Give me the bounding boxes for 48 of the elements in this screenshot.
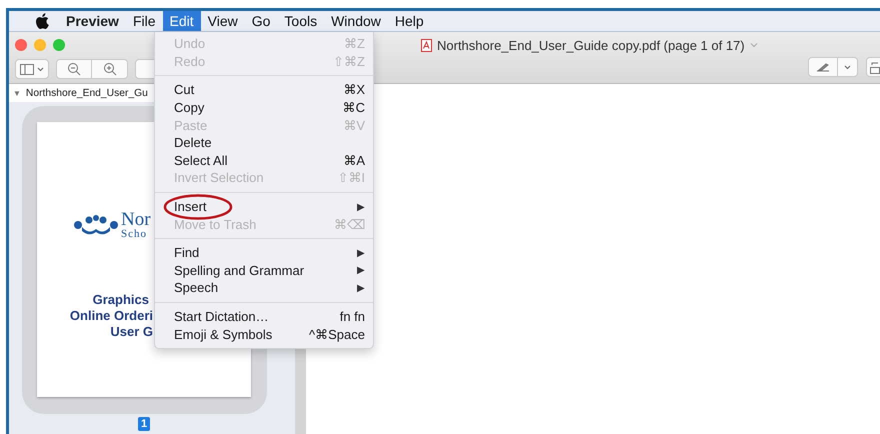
shortcut-text: ^⌘Space: [309, 326, 365, 342]
zoom-in-button[interactable]: [92, 59, 128, 79]
markup-button[interactable]: [808, 57, 838, 77]
thumbnail-title-line: Online Orderi: [70, 308, 153, 324]
app-menu[interactable]: Preview: [59, 13, 126, 29]
chevron-down-icon: [844, 64, 851, 70]
document-name: Northshore_End_User_Gu: [26, 88, 148, 98]
logo-text: Nor: [121, 210, 151, 229]
shortcut-text: ⌘V: [343, 118, 365, 133]
zoom-out-icon: [67, 62, 81, 76]
logo-icon: [74, 215, 118, 235]
zoom-in-icon: [102, 62, 116, 76]
shortcut-text: ⌘A: [343, 152, 365, 168]
submenu-arrow: ▶: [357, 264, 365, 276]
thumbnail-title-line: Graphics: [92, 292, 149, 308]
logo-subtext: Scho: [121, 229, 148, 240]
page-number-badge: 1: [138, 417, 150, 431]
menu-item[interactable]: Cut ⌘X: [155, 81, 373, 99]
submenu-arrow: ▶: [357, 282, 365, 294]
chevron-down-icon: [37, 66, 44, 72]
shortcut-text: ⌘⌫: [334, 216, 365, 232]
zoom-out-button[interactable]: [56, 59, 92, 79]
menu-title[interactable]: File: [126, 11, 162, 31]
sidebar-icon: [20, 64, 34, 74]
shortcut-text: ⌘Z: [344, 36, 365, 52]
pen-icon: [816, 62, 830, 72]
shortcut-text: ⌘C: [342, 100, 365, 116]
shortcut-text: ⇧⌘Z: [333, 54, 365, 69]
menu-title[interactable]: Help: [388, 11, 431, 31]
close-button[interactable]: [15, 39, 27, 51]
window-title: Northshore_End_User_Guide copy.pdf (page 1 of 17): [437, 38, 745, 52]
menu-title[interactable]: Tools: [277, 11, 324, 31]
rotate-button[interactable]: [866, 57, 880, 77]
submenu-arrow: ▶: [357, 246, 365, 259]
shortcut-text: fn fn: [340, 309, 365, 324]
sidebar-view-button[interactable]: [15, 59, 49, 79]
apple-icon[interactable]: [35, 13, 49, 29]
shortcut-text: ⌘X: [343, 82, 365, 98]
shortcut-text: ⇧⌘I: [337, 170, 365, 186]
disclosure-triangle[interactable]: ▼: [13, 88, 21, 98]
menu-title[interactable]: Edit: [162, 11, 201, 31]
rotate-icon: [870, 60, 880, 74]
pdf-icon: [421, 38, 432, 52]
thumbnail-title-line: User G: [110, 324, 153, 340]
menu-title[interactable]: Go: [244, 11, 278, 31]
menu-title[interactable]: Window: [324, 11, 388, 31]
submenu-arrow: ▶: [357, 200, 365, 213]
menu-title[interactable]: View: [200, 11, 245, 31]
